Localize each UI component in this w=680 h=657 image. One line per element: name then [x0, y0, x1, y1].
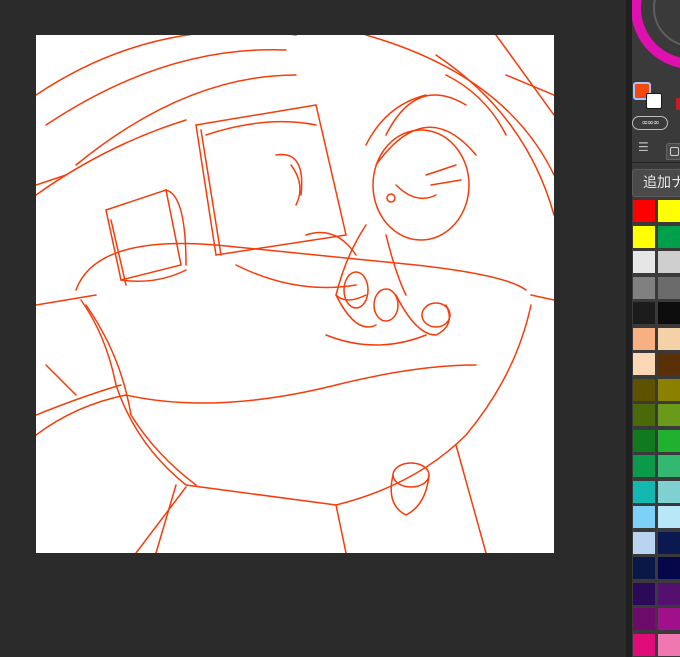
- palette-swatch[interactable]: [657, 250, 680, 274]
- add-color-button[interactable]: 追加ナ: [632, 169, 680, 197]
- drawing-canvas[interactable]: [36, 35, 554, 553]
- palette-swatch[interactable]: [657, 505, 680, 529]
- palette-swatch[interactable]: [657, 301, 680, 325]
- color-set-icon: [670, 147, 679, 156]
- palette-swatch[interactable]: [657, 403, 680, 427]
- palette-tabs: ☰: [632, 138, 680, 163]
- palette-swatch[interactable]: [657, 377, 680, 402]
- palette-swatch[interactable]: [657, 581, 680, 606]
- sketch-layer: [36, 35, 554, 553]
- color-wheel[interactable]: [632, 0, 680, 75]
- palette-swatch[interactable]: [632, 199, 656, 223]
- palette-swatch[interactable]: [657, 224, 680, 249]
- menu-icon[interactable]: ☰: [638, 140, 649, 154]
- palette-swatch[interactable]: [632, 326, 656, 351]
- canvas-workspace[interactable]: [0, 0, 626, 657]
- palette-swatch[interactable]: [657, 530, 680, 555]
- palette-swatch[interactable]: [632, 632, 656, 657]
- palette-swatch[interactable]: [657, 199, 680, 223]
- color-swatches: [632, 80, 680, 114]
- palette-swatch[interactable]: [632, 352, 656, 376]
- palette-swatch[interactable]: [657, 607, 680, 631]
- palette-swatch[interactable]: [657, 632, 680, 657]
- palette-swatch[interactable]: [632, 505, 656, 529]
- palette-swatch[interactable]: [632, 377, 656, 402]
- palette-swatch[interactable]: [632, 556, 656, 580]
- palette-swatch[interactable]: [657, 454, 680, 478]
- palette-swatch[interactable]: [632, 607, 656, 631]
- palette-swatch[interactable]: [632, 403, 656, 427]
- palette-swatch[interactable]: [657, 556, 680, 580]
- palette-swatch[interactable]: [657, 275, 680, 300]
- palette-swatch[interactable]: [632, 301, 656, 325]
- palette-swatch[interactable]: [657, 352, 680, 376]
- palette-swatch[interactable]: [632, 224, 656, 249]
- palette-swatch[interactable]: [632, 581, 656, 606]
- palette-swatch[interactable]: [657, 479, 680, 504]
- color-chain-button[interactable]: ∞∞∞: [632, 116, 668, 130]
- palette-swatch[interactable]: [632, 479, 656, 504]
- palette-swatch[interactable]: [632, 428, 656, 453]
- palette-swatch[interactable]: [632, 275, 656, 300]
- sub-color-swatch[interactable]: [646, 93, 662, 109]
- color-panel: ∞∞∞ ☰ 追加ナ: [632, 0, 680, 657]
- hue-ring-icon[interactable]: [632, 0, 680, 75]
- palette-swatch[interactable]: [632, 530, 656, 555]
- palette-swatch[interactable]: [632, 454, 656, 478]
- palette-swatch[interactable]: [657, 428, 680, 453]
- palette-swatch[interactable]: [657, 326, 680, 351]
- tab-color-set[interactable]: [666, 143, 680, 160]
- transparent-color-icon[interactable]: [676, 98, 680, 110]
- palette-swatch[interactable]: [632, 250, 656, 274]
